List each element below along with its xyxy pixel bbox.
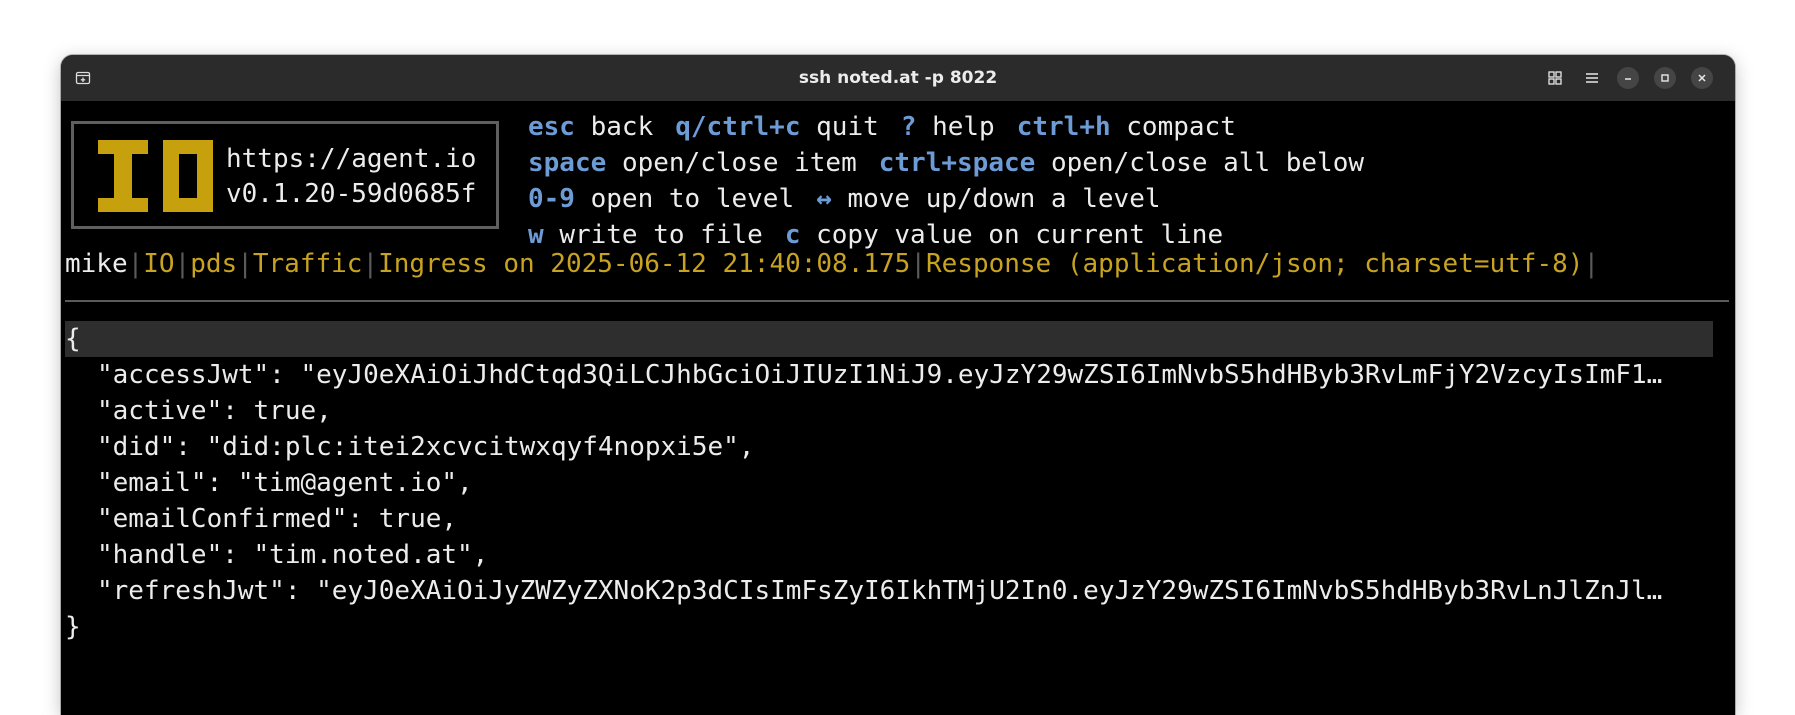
window-title: ssh noted.at -p 8022	[798, 68, 998, 88]
help-key: ctrl+h	[1016, 112, 1111, 142]
breadcrumb-separator: |	[174, 249, 191, 279]
json-line[interactable]: "email": "tim@agent.io",	[65, 465, 1713, 501]
help-desc: open/close item	[621, 148, 857, 178]
breadcrumb-item[interactable]: Response (application/json; charset=utf-…	[926, 249, 1583, 279]
logo-version: v0.1.20-59d0685f	[226, 179, 477, 209]
help-key: 0-9	[528, 184, 575, 214]
breadcrumb-item[interactable]: IO	[143, 249, 174, 279]
help-key: ?	[900, 112, 917, 142]
breadcrumb-separator: |	[362, 249, 379, 279]
json-close-brace[interactable]: }	[65, 609, 1713, 645]
breadcrumb-separator: |	[237, 249, 253, 279]
minimize-icon[interactable]	[1617, 67, 1639, 89]
help-desc: back	[590, 112, 654, 142]
help-row: esc back q/ctrl+c quit? help ctrl+h compac…	[528, 109, 1364, 145]
json-line[interactable]: "emailConfirmed": true,	[65, 501, 1713, 537]
help-key: ↔	[816, 184, 832, 214]
help-key: w	[528, 220, 544, 250]
help-row: 0-9 open to level ↔ move up/down a level	[528, 181, 1364, 217]
help-row: w write to file c copy value on current l…	[528, 217, 1364, 253]
help-key: space	[528, 148, 607, 178]
help-key: c	[784, 220, 801, 250]
help-desc: open/close all below	[1050, 148, 1365, 178]
help-desc: open to level	[590, 184, 795, 214]
help-desc: write to file	[559, 220, 763, 250]
json-viewer[interactable]: { "accessJwt": "eyJ0eXAiOiJhdCtqd3QiLCJh…	[65, 321, 1713, 645]
help-desc: help	[932, 112, 995, 142]
help-desc: compact	[1126, 112, 1236, 142]
divider	[65, 300, 1729, 302]
help-key: esc	[528, 112, 575, 142]
logo-letter-i	[98, 140, 148, 212]
help-desc: copy value on current line	[816, 220, 1224, 250]
json-line[interactable]: "active": true,	[65, 393, 1713, 429]
logo-url: https://agent.io	[226, 144, 477, 174]
json-line[interactable]: "handle": "tim.noted.at",	[65, 537, 1713, 573]
logo-letter-o	[163, 140, 213, 212]
breadcrumb-current[interactable]: mike	[65, 249, 128, 279]
close-icon[interactable]	[1691, 67, 1713, 89]
terminal-body[interactable]: https://agent.io v0.1.20-59d0685f esc ba…	[61, 101, 1735, 715]
breadcrumb: mike|IO|pds|Traffic|Ingress on 2025-06-1…	[65, 249, 1599, 279]
help-row: space open/close item ctrl+space open/clo…	[528, 145, 1364, 181]
breadcrumb-separator: |	[1583, 249, 1600, 279]
json-open-brace[interactable]: {	[65, 321, 1713, 357]
help-desc: quit	[816, 112, 879, 142]
breadcrumb-separator: |	[127, 249, 144, 279]
breadcrumb-item[interactable]: pds	[190, 249, 237, 279]
help-desc: move up/down a level	[847, 184, 1161, 214]
help-key: ctrl+space	[878, 148, 1036, 178]
hamburger-menu-icon[interactable]	[1581, 67, 1603, 89]
terminal-window: ssh noted.at -p 8022 https://agent.io v0…	[61, 55, 1735, 715]
maximize-icon[interactable]	[1654, 67, 1676, 89]
breadcrumb-item[interactable]: Traffic	[253, 249, 363, 279]
json-line[interactable]: "accessJwt": "eyJ0eXAiOiJhdCtqd3QiLCJhbG…	[65, 357, 1713, 393]
help-key: q/ctrl+c	[675, 112, 801, 142]
key-help: esc back q/ctrl+c quit? help ctrl+h compac…	[528, 109, 1364, 253]
app-logo-panel: https://agent.io v0.1.20-59d0685f	[71, 121, 499, 229]
json-line[interactable]: "refreshJwt": "eyJ0eXAiOiJyZWZyZXNoK2p3d…	[65, 573, 1713, 609]
title-bar[interactable]: ssh noted.at -p 8022	[61, 55, 1735, 101]
breadcrumb-separator: |	[910, 249, 926, 279]
grid-view-icon[interactable]	[1544, 67, 1566, 89]
breadcrumb-item[interactable]: Ingress on 2025-06-12 21:40:08.175	[378, 249, 910, 279]
json-line[interactable]: "did": "did:plc:itei2xcvcitwxqyf4nopxi5e…	[65, 429, 1713, 465]
